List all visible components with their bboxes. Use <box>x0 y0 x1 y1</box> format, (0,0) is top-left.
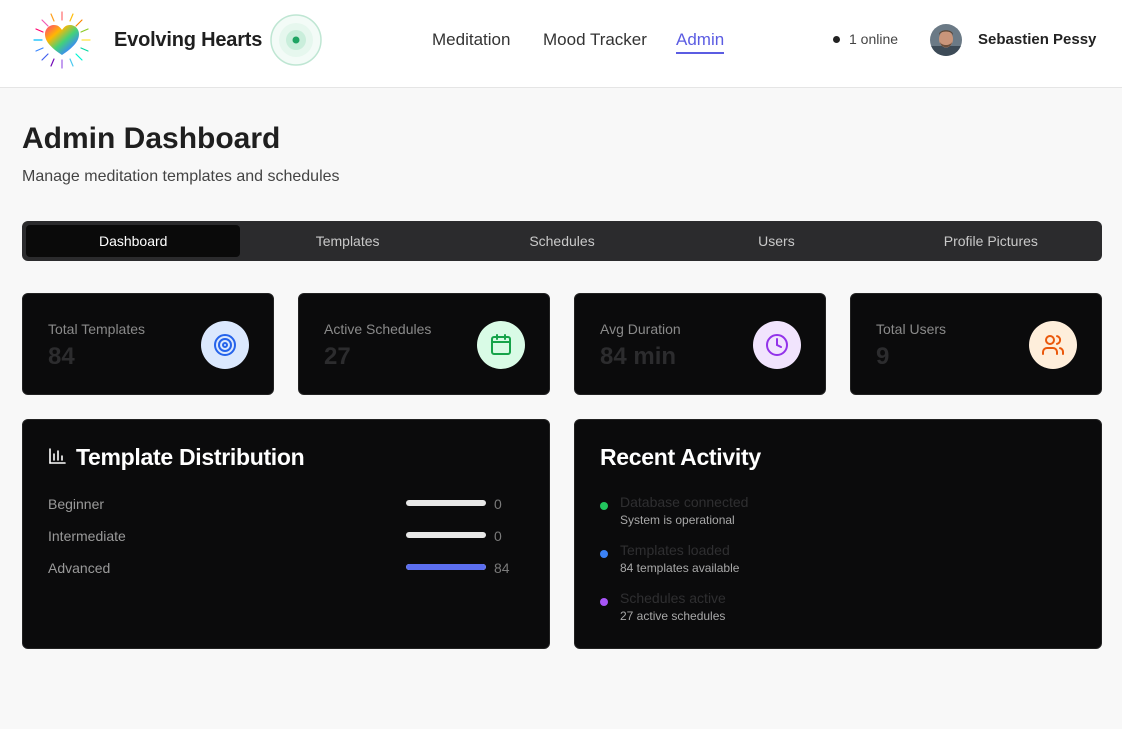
status-dot-icon <box>600 598 608 606</box>
admin-tab-bar: Dashboard Templates Schedules Users Prof… <box>22 221 1102 261</box>
distribution-bar <box>406 564 486 570</box>
distribution-label: Intermediate <box>48 528 126 544</box>
recent-activity-panel: Recent Activity Database connected Syste… <box>574 419 1102 649</box>
distribution-label: Beginner <box>48 496 105 512</box>
distribution-label: Advanced <box>48 560 111 576</box>
tab-schedules[interactable]: Schedules <box>455 225 669 257</box>
user-name[interactable]: Sebastien Pessy <box>978 31 1096 48</box>
distribution-row-beginner: Beginner 0 <box>48 494 528 514</box>
distribution-count: 0 <box>494 496 502 512</box>
calendar-icon <box>477 321 525 369</box>
activity-item-desc: 27 active schedules <box>620 609 726 623</box>
page-title: Admin Dashboard <box>22 122 281 155</box>
page-subtitle: Manage meditation templates and schedule… <box>22 168 340 185</box>
stat-value: 9 <box>876 343 890 370</box>
tab-users[interactable]: Users <box>669 225 883 257</box>
nav-mood-tracker[interactable]: Mood Tracker <box>543 30 647 50</box>
tab-dashboard[interactable]: Dashboard <box>26 225 241 257</box>
online-dot-icon <box>833 35 840 43</box>
distribution-bar <box>406 532 486 538</box>
avatar[interactable] <box>930 24 962 56</box>
distribution-count: 0 <box>494 528 502 544</box>
activity-item-title: Database connected <box>620 494 749 510</box>
brand-name[interactable]: Evolving Hearts <box>114 29 262 52</box>
stat-card-active-schedules: Active Schedules 27 <box>298 293 550 395</box>
panel-title: Template Distribution <box>48 444 305 471</box>
stat-value: 84 min <box>600 343 677 370</box>
stat-card-avg-duration: Avg Duration 84 min <box>574 293 826 395</box>
top-header: Evolving Hearts Meditation Mood Tracker … <box>0 0 1122 88</box>
status-dot-icon <box>600 502 608 510</box>
nav-meditation[interactable]: Meditation <box>432 30 510 50</box>
stat-value: 84 <box>48 343 75 370</box>
target-icon <box>201 321 249 369</box>
stat-label: Avg Duration <box>600 321 681 337</box>
stat-label: Total Templates <box>48 321 146 337</box>
rainbow-heart-logo[interactable] <box>30 8 94 72</box>
distribution-title: Template Distribution <box>76 444 305 470</box>
bar-chart-icon <box>48 444 66 471</box>
clock-icon <box>753 321 801 369</box>
stat-value: 27 <box>324 343 351 370</box>
distribution-count: 84 <box>494 560 510 576</box>
online-count: 1 online <box>849 31 899 47</box>
stat-card-total-templates: Total Templates 84 <box>22 293 274 395</box>
distribution-bar-fill <box>406 564 486 570</box>
stat-card-total-users: Total Users 9 <box>850 293 1102 395</box>
status-dot-icon <box>600 550 608 558</box>
users-icon <box>1029 321 1077 369</box>
activity-item-title: Templates loaded <box>620 542 730 558</box>
distribution-row-advanced: Advanced 84 <box>48 558 528 578</box>
activity-item-title: Schedules active <box>620 590 726 606</box>
meditation-orb-icon[interactable] <box>270 14 322 66</box>
online-status: 1 online <box>833 31 898 47</box>
tab-profile-pictures[interactable]: Profile Pictures <box>884 225 1098 257</box>
activity-item-desc: 84 templates available <box>620 561 740 575</box>
stat-label: Total Users <box>876 321 947 337</box>
activity-item-desc: System is operational <box>620 513 735 527</box>
tab-templates[interactable]: Templates <box>240 225 454 257</box>
stat-label: Active Schedules <box>324 321 432 337</box>
distribution-row-intermediate: Intermediate 0 <box>48 526 528 546</box>
activity-title: Recent Activity <box>600 444 761 470</box>
distribution-bar <box>406 500 486 506</box>
template-distribution-panel: Template Distribution Beginner 0 Interme… <box>22 419 550 649</box>
nav-admin[interactable]: Admin <box>676 30 725 54</box>
